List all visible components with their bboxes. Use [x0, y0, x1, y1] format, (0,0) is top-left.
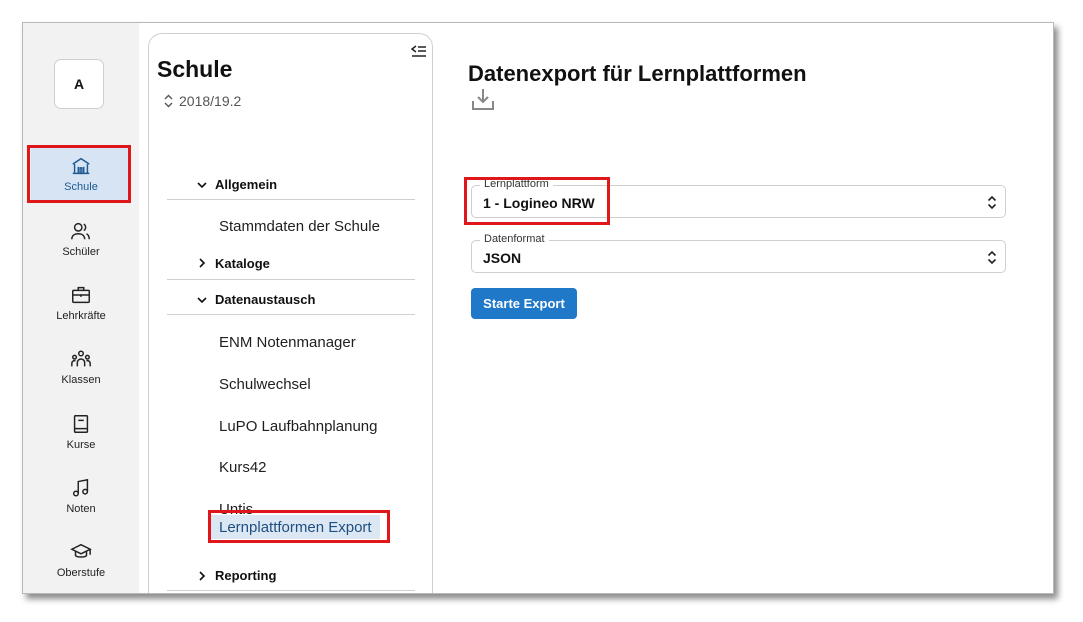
- group-label: Allgemein: [215, 177, 278, 192]
- group-kataloge[interactable]: Kataloge: [167, 248, 415, 278]
- rail-item-label: Schule: [64, 181, 98, 193]
- graduation-cap-icon: [70, 543, 92, 558]
- app-window: A Schule Schüler Lehrkräfte Klassen Kurs…: [22, 22, 1054, 594]
- chevron-right-icon: [199, 258, 206, 268]
- nav-label: LuPO Laufbahnplanung: [219, 417, 378, 435]
- chevron-down-icon: [197, 297, 207, 304]
- briefcase-icon: [72, 286, 90, 304]
- panel-title: Schule: [157, 56, 233, 82]
- field-label: Datenformat: [480, 233, 549, 245]
- rail-item-kurse[interactable]: Kurse: [31, 404, 131, 460]
- chevron-right-icon: [199, 571, 206, 581]
- rail-item-label: Oberstufe: [56, 567, 106, 579]
- chevron-up-down-icon: [987, 195, 997, 210]
- school-icon: [72, 157, 90, 175]
- group-reporting[interactable]: Reporting: [167, 561, 415, 591]
- book-icon: [73, 415, 89, 433]
- school-year-selector[interactable]: 2018/19.2: [163, 93, 241, 109]
- rail-item-schueler[interactable]: Schüler: [31, 211, 131, 267]
- download-icon[interactable]: [470, 86, 496, 112]
- datenformat-select[interactable]: Datenformat JSON: [471, 233, 1006, 273]
- rail-item-label: Lehrkräfte: [56, 310, 106, 322]
- group-datenaustausch[interactable]: Datenaustausch: [167, 285, 415, 315]
- group-label: Datenaustausch: [215, 292, 316, 307]
- chevron-up-down-icon: [164, 94, 173, 108]
- chevron-up-down-icon: [987, 250, 997, 265]
- divider: [167, 279, 415, 280]
- nav-lupo[interactable]: LuPO Laufbahnplanung: [219, 414, 377, 438]
- nav-enm[interactable]: ENM Notenmanager: [219, 330, 356, 354]
- rail-item-label: Kurse: [66, 439, 96, 451]
- rail-item-oberstufe[interactable]: Oberstufe: [31, 532, 131, 588]
- rail-item-lehrkraefte[interactable]: Lehrkräfte: [31, 275, 131, 331]
- group-label: Reporting: [215, 568, 277, 583]
- app-initial: A: [73, 76, 85, 92]
- page-title: Datenexport für Lernplattformen: [468, 61, 807, 86]
- group-allgemein[interactable]: Allgemein: [167, 170, 415, 200]
- rail-item-schule[interactable]: Schule: [31, 146, 131, 202]
- nav-label: Kurs42: [219, 458, 267, 476]
- collapse-panel-icon[interactable]: [411, 44, 427, 58]
- nav-kurs42[interactable]: Kurs42: [219, 455, 267, 479]
- field-value: JSON: [483, 250, 522, 266]
- start-export-button[interactable]: Starte Export: [471, 288, 577, 319]
- nav-stammdaten[interactable]: Stammdaten der Schule: [219, 214, 380, 238]
- nav-lernplattformen-export[interactable]: Lernplattformen Export: [211, 515, 380, 539]
- nav-label: ENM Notenmanager: [219, 333, 356, 351]
- sub-nav-panel: Schule 2018/19.2 Allgemein Stammdaten de…: [148, 33, 433, 593]
- rail-item-label: Schüler: [62, 246, 100, 258]
- nav-label: Lernplattformen Export: [219, 518, 372, 536]
- nav-label: Schulwechsel: [219, 375, 311, 393]
- students-icon: [71, 222, 90, 240]
- chevron-down-icon: [197, 182, 207, 189]
- music-note-icon: [72, 478, 89, 497]
- rail-item-label: Noten: [66, 503, 96, 515]
- app-menu-button[interactable]: A: [54, 59, 104, 109]
- school-year-value: 2018/19.2: [179, 93, 242, 109]
- group-icon: [71, 350, 91, 367]
- rail-item-label: Klassen: [61, 374, 101, 386]
- field-value: 1 - Logineo NRW: [483, 195, 595, 211]
- nav-label: Stammdaten der Schule: [219, 217, 380, 235]
- field-label: Lernplattform: [480, 178, 553, 190]
- group-label: Kataloge: [215, 255, 270, 271]
- rail-item-noten[interactable]: Noten: [31, 468, 131, 524]
- nav-rail: A Schule Schüler Lehrkräfte Klassen Kurs…: [23, 23, 139, 593]
- lernplattform-select[interactable]: Lernplattform 1 - Logineo NRW: [471, 178, 1006, 218]
- rail-item-klassen[interactable]: Klassen: [31, 339, 131, 395]
- nav-schulwechsel[interactable]: Schulwechsel: [219, 372, 311, 396]
